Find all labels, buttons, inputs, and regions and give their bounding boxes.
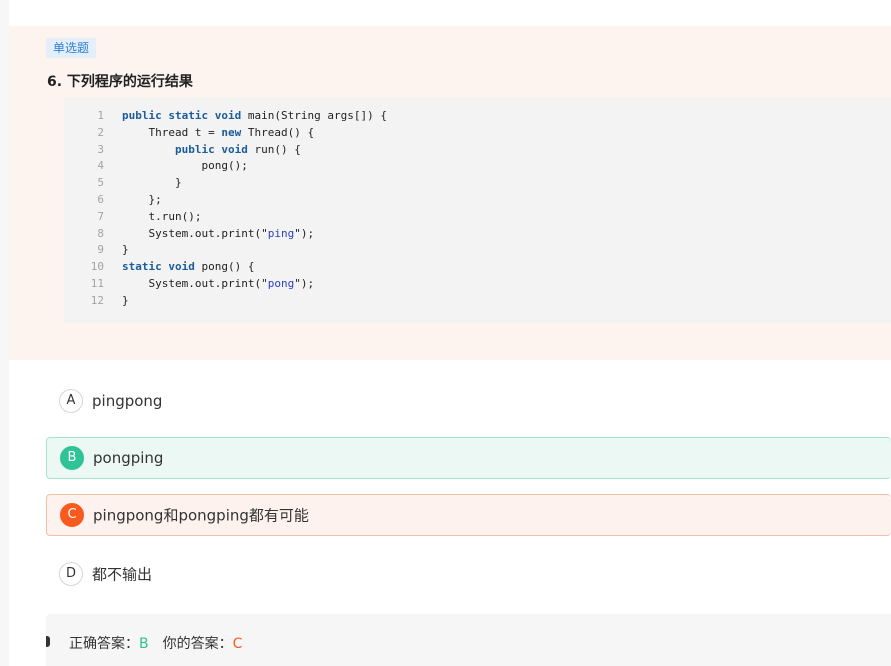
option-badge-c: C [60,503,84,527]
line-number: 10 [90,260,104,274]
option-c[interactable]: C pingpong和pongping都有可能 [46,494,891,536]
answer-line: 正确答案：B 你的答案：C [69,633,242,653]
line-number: 2 [97,125,104,139]
question-page: 单选题 6. 下列程序的运行结果 1 public static void mai… [0,0,891,666]
line-number: 7 [97,209,104,223]
correct-answer-label: 正确答案： [69,636,139,652]
answer-panel: 正确答案：B 你的答案：C [46,614,891,666]
code-line: 4 pong(); [64,157,248,174]
code-line: 10 static void pong() { [64,258,255,275]
code-text: System.out.print("pong"); [122,277,315,290]
question-title: 6. 下列程序的运行结果 [47,74,193,90]
left-strip [0,0,9,666]
code-text: Thread t = new Thread() { [122,125,315,139]
code-line: 9} [64,241,129,258]
code-text: } [122,293,129,307]
code-text: }; [122,193,162,206]
code-line: 12} [64,292,129,309]
code-text: pong(); [122,159,248,173]
line-number: 4 [97,159,104,173]
code-text: } [122,243,129,257]
line-number: 12 [90,293,104,307]
code-text: System.out.print("ping"); [122,226,315,240]
code-block: 1 public static void main(String args[]) … [64,97,891,323]
option-text-c: pingpong和pongping都有可能 [93,506,309,525]
code-line: 6 }; [64,191,162,208]
code-text: t.run(); [122,209,202,223]
code-line: 5 } [64,174,182,191]
code-text: public static void main(String args[]) { [122,109,387,122]
option-badge-a: A [59,389,83,413]
user-answer-label: 你的答案： [162,636,233,652]
code-line: 7 t.run(); [64,208,201,225]
question-type-tag: 单选题 [46,38,97,58]
code-text: public void run() { [174,142,301,156]
answer-marker [46,636,50,647]
line-number: 1 [97,109,104,122]
option-text-d: 都不输出 [92,565,153,584]
option-badge-b: B [60,446,84,470]
option-text-b: pongping [93,449,164,467]
code-line: 11 System.out.print("pong"); [64,275,314,292]
correct-answer-value: B [139,636,149,652]
option-d[interactable]: D 都不输出 [46,553,891,595]
line-number: 6 [97,193,104,206]
option-badge-d: D [59,562,83,586]
code-text: } [122,176,182,190]
option-a[interactable]: A pingpong [46,380,891,422]
code-line: 2 Thread t = new Thread() { [64,124,314,141]
line-number: 8 [97,226,104,240]
option-text-a: pingpong [92,392,163,410]
code-text: static void pong() { [122,260,255,274]
code-line: 3 public void run() { [64,141,301,158]
line-number: 9 [97,243,104,257]
user-answer-value: C [232,636,243,652]
line-number: 5 [97,176,104,190]
line-number: 11 [90,277,104,290]
code-line: 8 System.out.print("ping"); [64,225,314,242]
line-number: 3 [97,142,104,156]
code-line: 1 public static void main(String args[]) … [64,107,387,124]
option-b[interactable]: B pongping [46,437,891,479]
